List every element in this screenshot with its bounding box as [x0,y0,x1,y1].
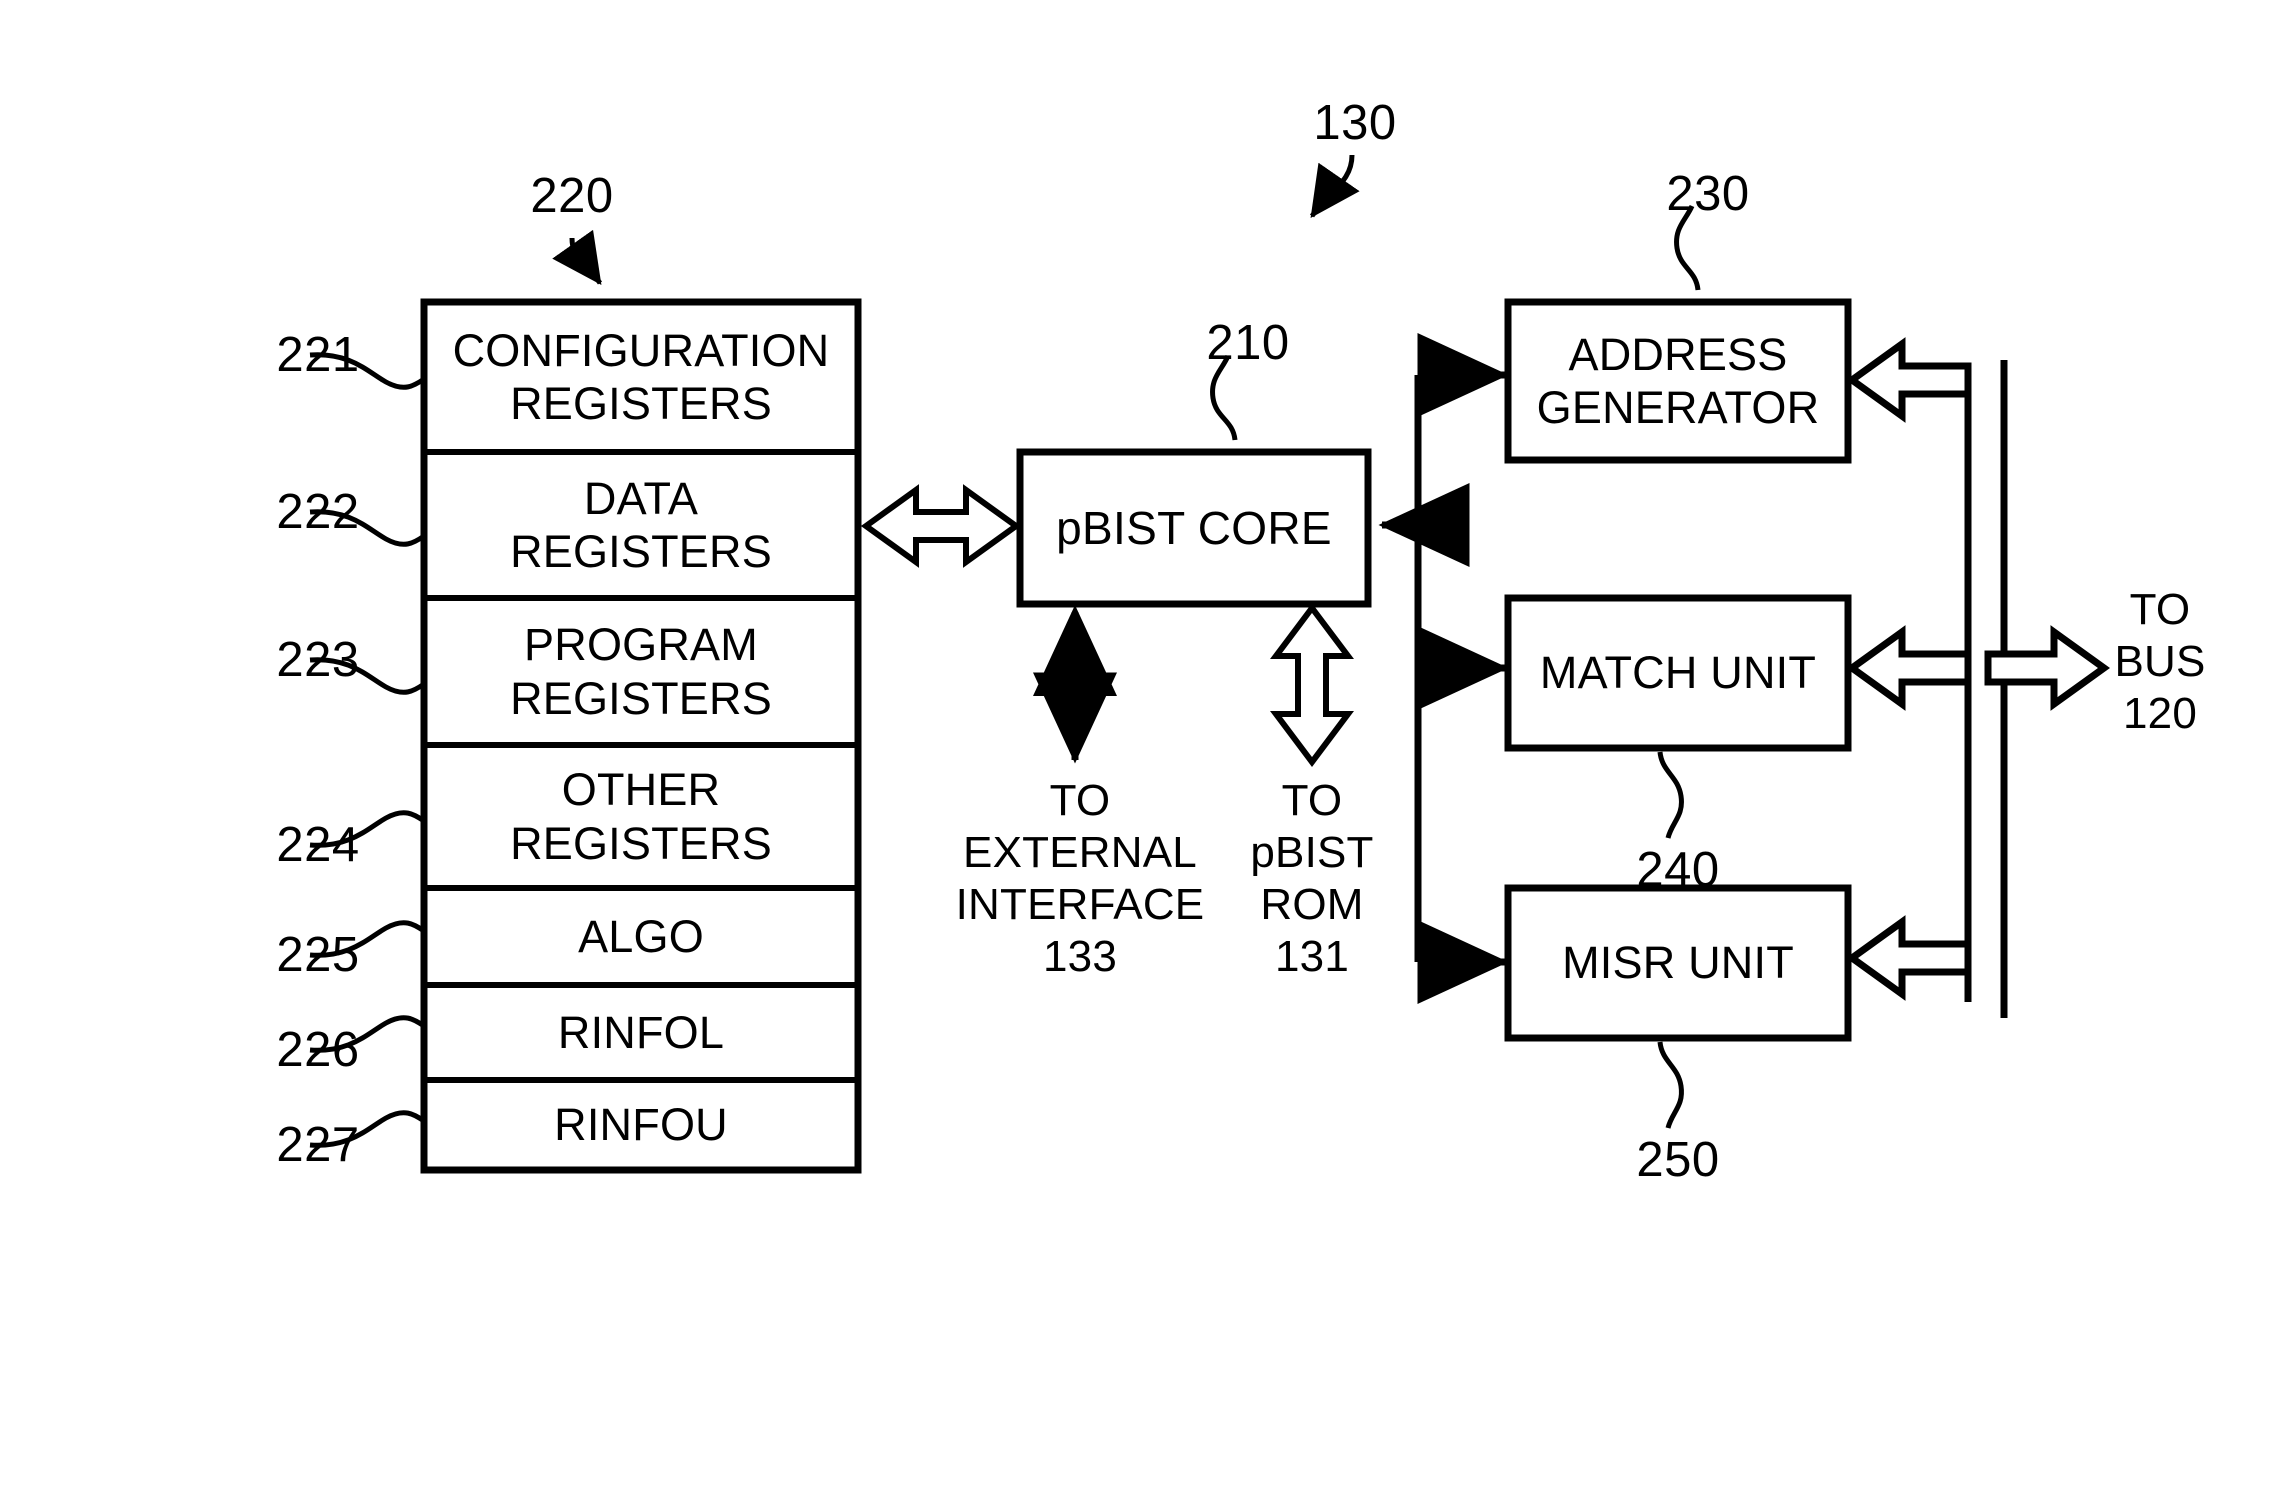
lead-line-220 [552,229,603,286]
pbist-rom-arrow [1270,603,1354,767]
external-interface-annotation: TO EXTERNAL INTERFACE 133 [955,776,1205,981]
address-generator-box[interactable]: ADDRESS GENERATOR [1508,302,1848,460]
lead-line-130 [1309,154,1360,219]
register-row-rinfol[interactable]: RINFOL [424,985,858,1080]
match-unit-box[interactable]: MATCH UNIT [1508,598,1848,748]
ref-221: 221 [276,328,360,382]
register-row-data-label: DATA REGISTERS [510,472,772,577]
ref-222: 222 [276,485,360,539]
register-row-configuration[interactable]: CONFIGURATION REGISTERS [424,302,858,452]
register-row-configuration-label: CONFIGURATION REGISTERS [452,324,830,429]
register-row-data[interactable]: DATA REGISTERS [424,452,858,598]
diagram-artwork [309,154,2110,1174]
register-row-program-label: PROGRAM REGISTERS [510,619,772,724]
register-row-program[interactable]: PROGRAM REGISTERS [424,598,858,745]
ref-224: 224 [276,818,360,872]
register-row-algo-label: ALGO [578,910,704,962]
ref-220: 220 [530,169,614,223]
ref-225: 225 [276,928,360,982]
bus-arrow-network [1846,337,2110,1018]
pbist-core-label: pBIST CORE [1056,501,1332,554]
register-row-rinfou[interactable]: RINFOU [424,1080,858,1170]
register-row-rinfol-label: RINFOL [557,1006,725,1058]
register-row-other-label: OTHER REGISTERS [510,764,772,869]
pbist-core-box[interactable]: pBIST CORE [1020,452,1368,604]
ref-226: 226 [276,1023,360,1077]
ref-230: 230 [1666,167,1750,221]
ref-130: 130 [1313,96,1397,150]
register-row-other[interactable]: OTHER REGISTERS [424,745,858,888]
pbist-rom-annotation: TO pBIST ROM 131 [1250,776,1374,981]
bus-annotation: TO BUS 120 [2114,585,2206,738]
misr-unit-label: MISR UNIT [1562,937,1794,989]
figure-canvas: 130 220 221 222 223 224 225 226 227 CONF… [0,0,2272,1510]
match-unit-label: MATCH UNIT [1539,647,1817,699]
registers-core-bidirectional-arrow [860,484,1022,568]
register-row-rinfou-label: RINFOU [554,1099,728,1151]
misr-unit-box[interactable]: MISR UNIT [1508,888,1848,1038]
ref-210: 210 [1206,316,1290,370]
ref-223: 223 [276,633,360,687]
ref-227: 227 [276,1118,360,1172]
address-generator-label: ADDRESS GENERATOR [1536,328,1820,433]
register-row-algo[interactable]: ALGO [424,888,858,985]
ref-250: 250 [1636,1133,1720,1187]
